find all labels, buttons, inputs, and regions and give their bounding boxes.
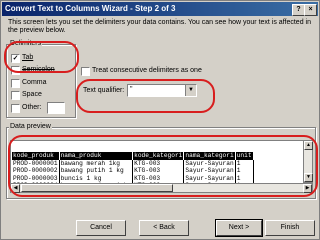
comma-label: Comma [22,79,47,86]
preview-cell: Sayur-Sayuran [183,174,236,183]
preview-header-cell[interactable]: unit [235,152,254,160]
next-button[interactable]: Next > [215,219,263,237]
delimiters-legend: Delimiters [9,40,43,48]
scroll-down-icon[interactable]: ▼ [304,173,313,182]
preview-header-cell[interactable]: nama_produk [59,152,134,160]
preview-cell: 1 [235,174,254,183]
consecutive-label: Treat consecutive delimiters as one [92,67,202,74]
text-qualifier-select[interactable]: " ▼ [127,84,197,97]
other-label: Other: [22,104,42,111]
preview-row: PROD-0000003 buncis 1 kg KTG-003 Sayur-Sayu… [12,174,254,183]
data-preview-legend: Data preview [9,123,52,131]
preview-row: PROD-0000002 bawang putih 1 kg KTG-003 Sayu… [12,167,254,175]
scroll-thumb[interactable] [21,184,173,192]
preview-horizontal-scrollbar[interactable]: ◀ ▶ [10,183,313,193]
window-title: Convert Text to Columns Wizard - Step 2 … [5,4,176,13]
close-button[interactable]: × [304,4,317,16]
other-checkbox[interactable] [11,104,20,113]
title-bar[interactable]: Convert Text to Columns Wizard - Step 2 … [2,2,318,16]
tab-checkbox[interactable]: ✓ [11,54,20,63]
semicolon-label: Semicolon [22,66,55,73]
text-qualifier-value: " [130,86,133,93]
cancel-button[interactable]: Cancel [76,220,126,236]
preview-cell: KTG-003 [132,159,185,168]
preview-cell: bawang putih 1 kg [59,167,134,175]
chevron-down-icon[interactable]: ▼ [185,85,196,96]
preview-cell: bawang merah 1kg [59,159,134,168]
preview-cell: buncis 1 kg [59,174,134,183]
space-checkbox[interactable] [11,91,20,100]
scroll-right-icon[interactable]: ▶ [303,184,312,193]
scroll-up-icon[interactable]: ▲ [304,141,313,150]
text-qualifier-label: Text qualifier: [83,87,125,94]
preview-cell: KTG-003 [132,174,185,183]
preview-vertical-scrollbar[interactable]: ▲ ▼ [303,140,313,183]
finish-button[interactable]: Finish [265,220,315,236]
preview-row: PROD-0000001 bawang merah 1kg KTG-003 Sayur… [12,159,254,168]
other-input[interactable] [47,102,65,114]
preview-cell: Sayur-Sayuran [183,159,236,168]
space-label: Space [22,91,42,98]
back-button[interactable]: < Back [139,220,189,236]
tab-label: Tab [22,54,34,61]
preview-cell: PROD-0000001 [12,159,60,168]
comma-checkbox[interactable] [11,79,20,88]
preview-cell: 1 [235,159,254,168]
preview-cell: 1 [235,167,254,175]
preview-header-row: kode_produk nama_produk kode_kategori nama_… [12,152,254,160]
preview-cell: Sayur-Sayuran [183,167,236,175]
preview-cell: PROD-0000002 [12,167,60,175]
intro-text: This screen lets you set the delimiters … [8,19,311,34]
semicolon-checkbox[interactable] [11,66,20,75]
preview-header-cell[interactable]: kode_kategori [132,152,185,160]
wizard-window: Convert Text to Columns Wizard - Step 2 … [0,0,320,240]
preview-header-cell[interactable]: kode_produk [12,152,60,160]
scroll-left-icon[interactable]: ◀ [11,184,20,193]
consecutive-checkbox[interactable] [81,67,90,76]
preview-cell: PROD-0000003 [12,174,60,183]
preview-cell: KTG-003 [132,167,185,175]
preview-header-cell[interactable]: nama_kategori [183,152,236,160]
